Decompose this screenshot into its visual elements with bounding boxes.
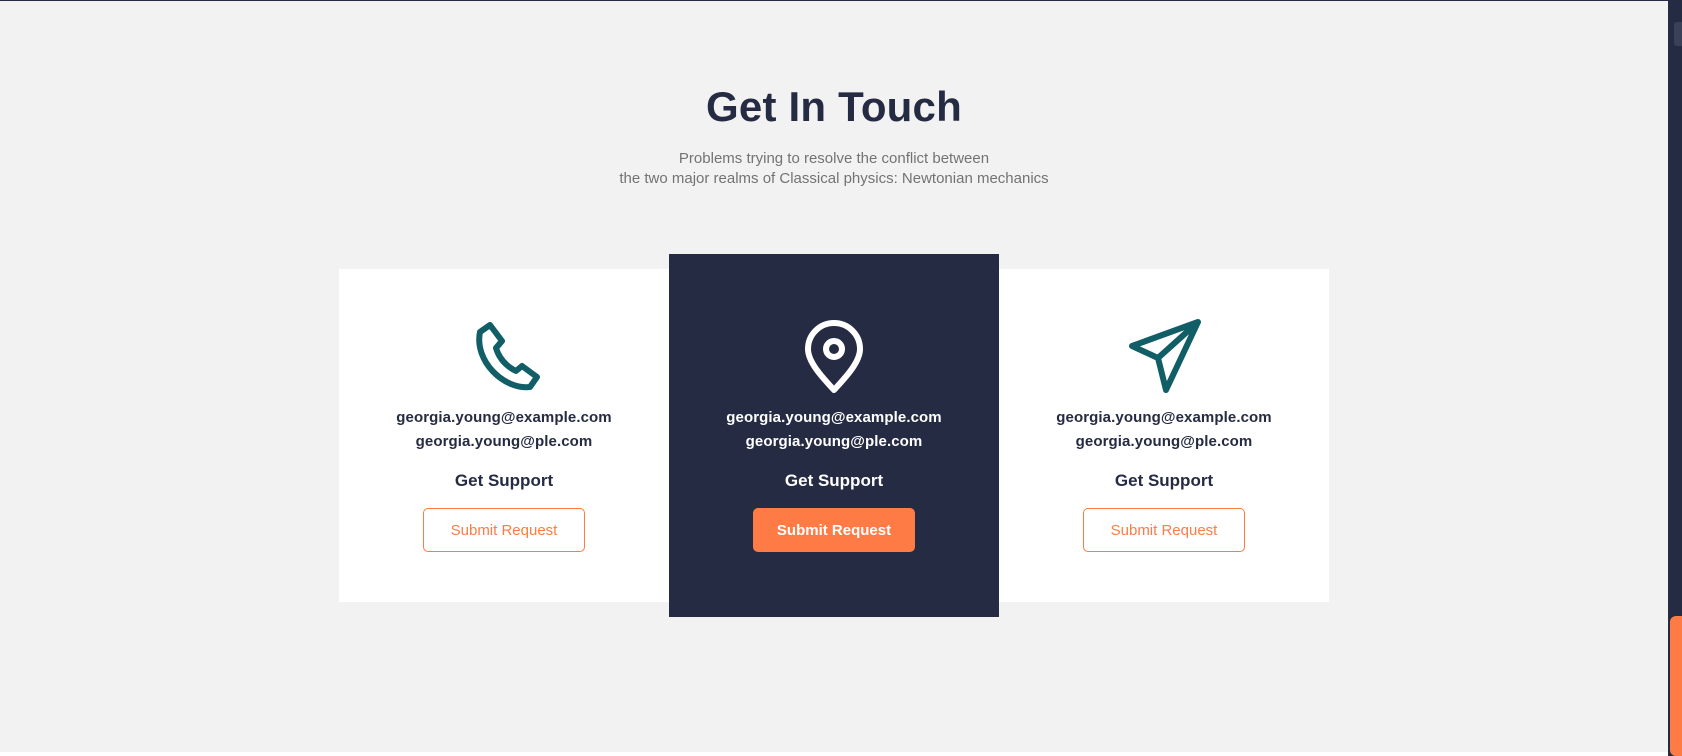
email-primary: georgia.young@example.com: [1056, 409, 1272, 426]
card-heading: Get Support: [784, 471, 884, 490]
email-primary: georgia.young@example.com: [396, 409, 612, 426]
contact-card-location: georgia.young@example.com georgia.young@…: [669, 254, 999, 617]
email-primary: georgia.young@example.com: [726, 409, 942, 426]
subtitle-line-2: the two major realms of Classical physic…: [619, 170, 1049, 187]
email-secondary: georgia.young@ple.com: [415, 433, 593, 450]
contact-card-phone: georgia.young@example.com georgia.young@…: [339, 269, 669, 602]
card-heading: Get Support: [454, 471, 554, 490]
submit-request-button[interactable]: Submit Request: [1083, 508, 1245, 552]
card-heading: Get Support: [1114, 471, 1214, 490]
location-pin-icon: [805, 320, 863, 393]
email-secondary: georgia.young@ple.com: [745, 433, 923, 450]
subtitle-line-1: Problems trying to resolve the conflict …: [678, 150, 990, 167]
contact-card-send: georgia.young@example.com georgia.young@…: [999, 269, 1329, 602]
scrollbar-arrow[interactable]: [1674, 22, 1682, 46]
contact-section: Get In Touch Problems trying to resolve …: [0, 1, 1668, 752]
section-title: Get In Touch: [706, 83, 962, 130]
email-secondary: georgia.young@ple.com: [1075, 433, 1253, 450]
submit-request-button[interactable]: Submit Request: [423, 508, 585, 552]
send-icon: [1129, 319, 1201, 393]
section-subtitle: Problems trying to resolve the conflict …: [0, 149, 1668, 189]
submit-request-button[interactable]: Submit Request: [753, 508, 915, 552]
phone-icon: [476, 322, 540, 391]
scrollbar-thumb[interactable]: [1670, 616, 1682, 756]
